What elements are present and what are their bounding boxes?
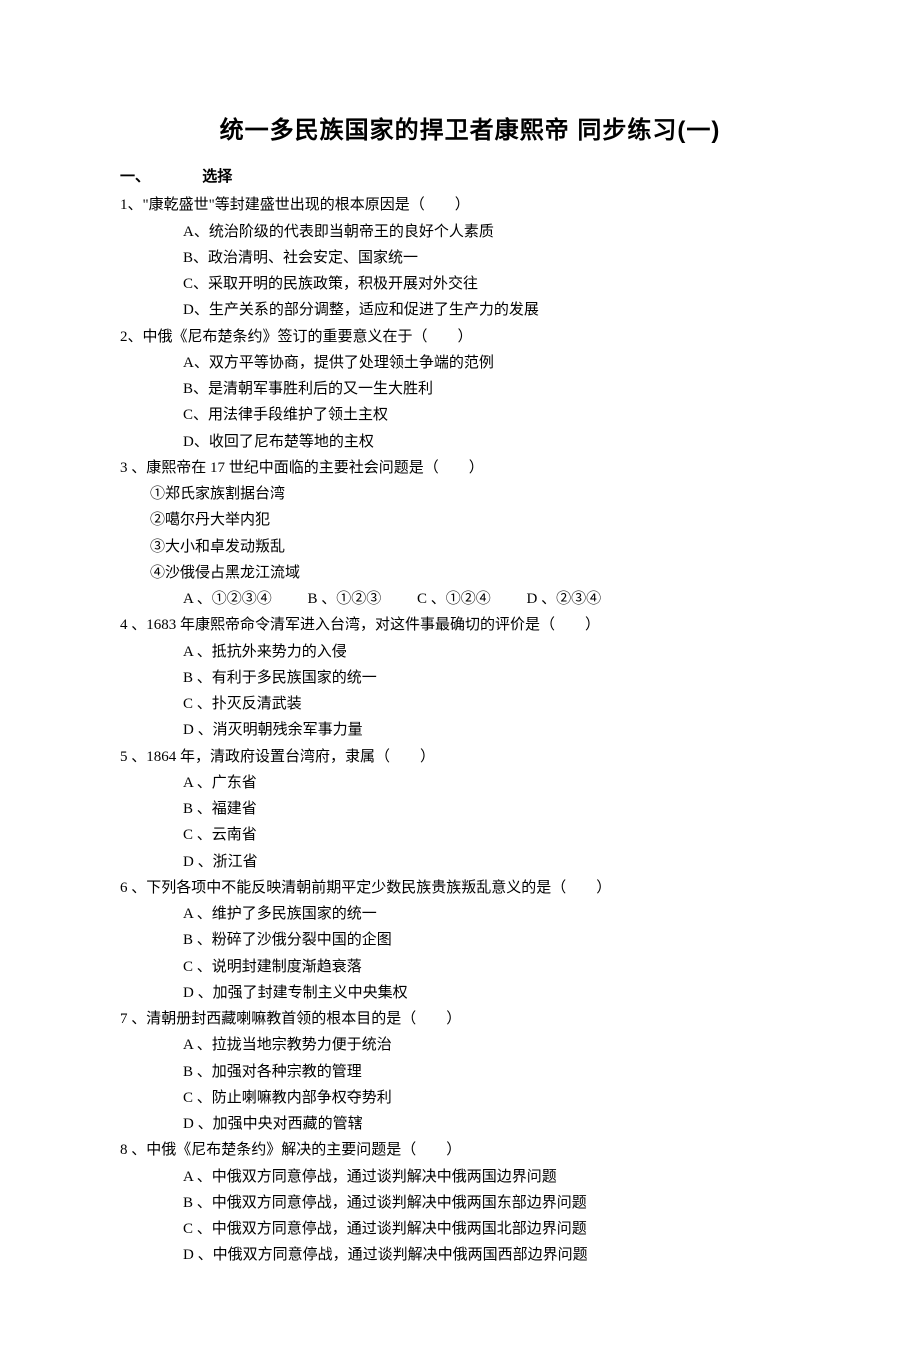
q5-option-c: C 、云南省	[120, 822, 820, 848]
q1-option-b: B、政治清明、社会安定、国家统一	[120, 245, 820, 271]
q-num: 3 、	[120, 460, 146, 476]
q3-subline-4: ④沙俄侵占黑龙江流域	[120, 560, 820, 586]
q3-subline-3: ③大小和卓发动叛乱	[120, 534, 820, 560]
section-number: 一、	[120, 164, 150, 190]
q-stem: 1864 年，清政府设置台湾府，隶属（ ）	[146, 749, 435, 765]
q5-option-b: B 、福建省	[120, 796, 820, 822]
q6-option-a: A 、维护了多民族国家的统一	[120, 901, 820, 927]
q-stem: 中俄《尼布楚条约》解决的主要问题是（ ）	[146, 1142, 461, 1158]
question-8: 8 、中俄《尼布楚条约》解决的主要问题是（ ） A 、中俄双方同意停战，通过谈判…	[120, 1137, 820, 1268]
q2-option-c: C、用法律手段维护了领土主权	[120, 402, 820, 428]
q-stem: 清朝册封西藏喇嘛教首领的根本目的是（ ）	[146, 1011, 461, 1027]
q6-option-c: C 、说明封建制度渐趋衰落	[120, 954, 820, 980]
question-4: 4 、1683 年康熙帝命令清军进入台湾，对这件事最确切的评价是（ ） A 、抵…	[120, 612, 820, 743]
question-2: 2、中俄《尼布楚条约》签订的重要意义在于（ ） A、双方平等协商，提供了处理领土…	[120, 324, 820, 455]
q8-option-c: C 、中俄双方同意停战，通过谈判解决中俄两国北部边界问题	[120, 1216, 820, 1242]
q-num: 7 、	[120, 1011, 146, 1027]
q7-option-d: D 、加强中央对西藏的管辖	[120, 1111, 820, 1137]
q-num: 1、	[120, 197, 143, 213]
q4-option-b: B 、有利于多民族国家的统一	[120, 665, 820, 691]
q5-option-a: A 、广东省	[120, 770, 820, 796]
question-6: 6 、下列各项中不能反映清朝前期平定少数民族贵族叛乱意义的是（ ） A 、维护了…	[120, 875, 820, 1006]
question-3: 3 、康熙帝在 17 世纪中面临的主要社会问题是（ ） ①郑氏家族割据台湾 ②噶…	[120, 455, 820, 613]
q2-option-a: A、双方平等协商，提供了处理领土争端的范例	[120, 350, 820, 376]
q8-option-d: D 、中俄双方同意停战，通过谈判解决中俄两国西部边界问题	[120, 1242, 820, 1268]
q-stem: 中俄《尼布楚条约》签订的重要意义在于（ ）	[143, 329, 473, 345]
q6-option-b: B 、粉碎了沙俄分裂中国的企图	[120, 927, 820, 953]
q3-option-d: D 、②③④	[527, 591, 602, 607]
q5-option-d: D 、浙江省	[120, 849, 820, 875]
q3-options: A 、①②③④ B 、①②③ C 、①②④ D 、②③④	[120, 586, 820, 612]
q2-option-b: B、是清朝军事胜利后的又一生大胜利	[120, 376, 820, 402]
q1-option-c: C、采取开明的民族政策，积极开展对外交往	[120, 271, 820, 297]
q-num: 8 、	[120, 1142, 146, 1158]
q8-option-b: B 、中俄双方同意停战，通过谈判解决中俄两国东部边界问题	[120, 1190, 820, 1216]
q-num: 6 、	[120, 880, 146, 896]
q3-option-c: C 、①②④	[417, 591, 491, 607]
q7-option-b: B 、加强对各种宗教的管理	[120, 1059, 820, 1085]
q4-option-d: D 、消灭明朝残余军事力量	[120, 717, 820, 743]
q2-option-d: D、收回了尼布楚等地的主权	[120, 429, 820, 455]
q7-option-a: A 、拉拢当地宗教势力便于统治	[120, 1032, 820, 1058]
q4-option-c: C 、扑灭反清武装	[120, 691, 820, 717]
section-label: 选择	[202, 164, 232, 190]
q3-subline-2: ②噶尔丹大举内犯	[120, 507, 820, 533]
q-num: 2、	[120, 329, 143, 345]
question-7: 7 、清朝册封西藏喇嘛教首领的根本目的是（ ） A 、拉拢当地宗教势力便于统治 …	[120, 1006, 820, 1137]
document-title: 统一多民族国家的捍卫者康熙帝 同步练习(一)	[120, 110, 820, 152]
q1-option-a: A、统治阶级的代表即当朝帝王的良好个人素质	[120, 219, 820, 245]
q-stem: 康熙帝在 17 世纪中面临的主要社会问题是（ ）	[146, 460, 484, 476]
section-header: 一、 选择	[120, 164, 820, 190]
q-num: 4 、	[120, 617, 146, 633]
q1-option-d: D、生产关系的部分调整，适应和促进了生产力的发展	[120, 297, 820, 323]
question-5: 5 、1864 年，清政府设置台湾府，隶属（ ） A 、广东省 B 、福建省 C…	[120, 744, 820, 875]
question-1: 1、"康乾盛世"等封建盛世出现的根本原因是（ ） A、统治阶级的代表即当朝帝王的…	[120, 192, 820, 323]
q-num: 5 、	[120, 749, 146, 765]
q4-option-a: A 、抵抗外来势力的入侵	[120, 639, 820, 665]
q-stem: "康乾盛世"等封建盛世出现的根本原因是（ ）	[143, 197, 470, 213]
q3-option-a: A 、①②③④	[183, 591, 272, 607]
q3-option-b: B 、①②③	[308, 591, 382, 607]
q7-option-c: C 、防止喇嘛教内部争权夺势利	[120, 1085, 820, 1111]
q3-subline-1: ①郑氏家族割据台湾	[120, 481, 820, 507]
q-stem: 1683 年康熙帝命令清军进入台湾，对这件事最确切的评价是（ ）	[146, 617, 600, 633]
q6-option-d: D 、加强了封建专制主义中央集权	[120, 980, 820, 1006]
q-stem: 下列各项中不能反映清朝前期平定少数民族贵族叛乱意义的是（ ）	[146, 880, 611, 896]
q8-option-a: A 、中俄双方同意停战，通过谈判解决中俄两国边界问题	[120, 1164, 820, 1190]
